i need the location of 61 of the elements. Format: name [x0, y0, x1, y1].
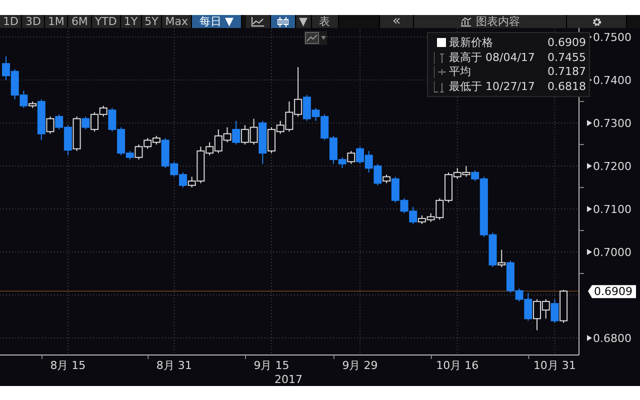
legend-label: 最新价格: [449, 36, 493, 50]
tick-arrow-icon: [587, 249, 592, 255]
legend-label: 最低于 10/27/17: [449, 80, 535, 94]
range-button[interactable]: 1Y: [120, 15, 142, 28]
average-marker-icon: [434, 66, 447, 78]
settings-icon: [592, 16, 602, 26]
legend-value: 0.7455: [548, 50, 586, 65]
axis-label: 9月 15: [254, 359, 290, 372]
axis-label: 9月 29: [342, 359, 378, 372]
candlestick: [550, 298, 559, 324]
range-button[interactable]: YTD: [92, 15, 121, 28]
legend-value: 0.6818: [548, 80, 586, 94]
legend-value: 0.7187: [548, 65, 586, 80]
tick-arrow-icon: [587, 120, 592, 126]
tick-arrow-icon: [587, 335, 592, 341]
chart-style-dropdown[interactable]: [304, 31, 327, 45]
candlestick: [462, 166, 470, 178]
axis-label: 0.7100: [593, 203, 632, 216]
candlestick: [144, 138, 152, 150]
low-marker-icon: [434, 80, 447, 93]
range-button[interactable]: Max: [162, 15, 192, 28]
axis-label: 0.7300: [593, 117, 632, 130]
frequency-dropdown[interactable]: 每日 ▼: [192, 15, 242, 28]
candlestick: [240, 124, 249, 145]
range-button[interactable]: 1M: [44, 15, 68, 28]
candlestick: [364, 150, 373, 173]
square-icon: [434, 37, 447, 50]
axis-label: 8月 15: [50, 359, 86, 372]
legend-value: 0.6909: [548, 36, 586, 50]
axis-label: 0.6800: [593, 332, 632, 345]
tick-arrow-icon: [587, 163, 592, 169]
axis-label: 0.7400: [593, 74, 632, 87]
last-price-tag: 0.6909: [588, 285, 636, 298]
settings-button[interactable]: [567, 15, 627, 28]
axis-label: 10月 31: [533, 359, 576, 372]
range-button[interactable]: 5Y: [142, 15, 162, 28]
candlestick-icon: [276, 16, 290, 26]
range-button[interactable]: 1D: [0, 15, 22, 28]
axis-label: 0.7200: [593, 160, 632, 173]
legend-label: 平均: [449, 65, 471, 80]
caret-icon: [321, 36, 326, 40]
range-button[interactable]: 6M: [68, 15, 92, 28]
legend-label: 最高于 08/04/17: [449, 50, 535, 65]
collapse-button[interactable]: «: [379, 15, 414, 28]
chart-type-dropdown[interactable]: ▼: [296, 15, 312, 28]
axis-label: 10月 16: [436, 359, 479, 372]
axis-label: 0.7500: [593, 31, 632, 44]
candlestick: [347, 150, 356, 164]
axis-label: 0.7000: [593, 246, 632, 259]
chart-type-button[interactable]: [271, 15, 296, 28]
year-label: 2017: [274, 373, 302, 386]
candlestick: [560, 289, 568, 324]
high-marker-icon: [434, 52, 447, 64]
bar-chart-icon: [460, 16, 472, 26]
tick-arrow-icon: [587, 206, 592, 212]
chart-type-button[interactable]: [246, 15, 272, 28]
range-button[interactable]: 3D: [22, 15, 45, 28]
table-button[interactable]: 表: [312, 15, 339, 28]
axis-label: 8月 31: [156, 359, 192, 372]
line-chart-icon: [251, 16, 266, 26]
chart-contents-button[interactable]: 图表内容: [414, 15, 567, 28]
